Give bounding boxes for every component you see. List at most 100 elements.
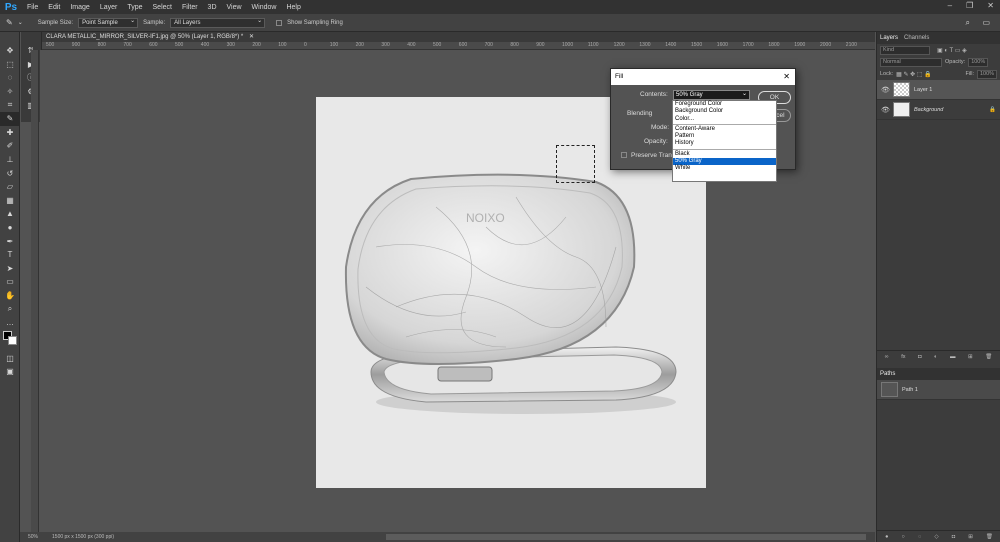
blur-tool-icon[interactable]: ▲ xyxy=(0,207,20,221)
add-mask-icon[interactable]: ◘ xyxy=(918,354,921,360)
fx-icon[interactable]: fx xyxy=(901,354,905,360)
path-select-tool-icon[interactable]: ➤ xyxy=(0,262,20,276)
history-brush-tool-icon[interactable]: ↺ xyxy=(0,166,20,180)
layer-kind-filter[interactable]: Kind xyxy=(880,45,930,55)
new-layer-icon[interactable]: ⊞ xyxy=(968,354,973,360)
move-tool-icon[interactable]: ✥ xyxy=(0,44,20,58)
menu-image[interactable]: Image xyxy=(65,4,94,11)
lasso-tool-icon[interactable]: ◌ xyxy=(0,71,20,85)
ruler-tick-label: 600 xyxy=(149,42,158,48)
lock-icons[interactable]: ▦ ✎ ✥ ⬚ 🔒 xyxy=(896,71,932,78)
zoom-level[interactable]: 50% xyxy=(28,534,38,540)
quick-select-tool-icon[interactable]: ✧ xyxy=(0,85,20,99)
screen-mode-icon[interactable]: ▣ xyxy=(0,365,20,379)
opacity-field[interactable]: 100% xyxy=(968,57,989,67)
marquee-tool-icon[interactable]: ⬚ xyxy=(0,58,20,72)
ruler-tick-label: 300 xyxy=(226,42,235,48)
brush-tool-icon[interactable]: ✐ xyxy=(0,139,20,153)
option-50-gray[interactable]: 50% Gray xyxy=(673,158,776,166)
blend-mode-select[interactable]: Normal xyxy=(880,57,942,67)
layer-name[interactable]: Layer 1 xyxy=(914,87,932,93)
show-ring-checkbox[interactable] xyxy=(276,19,283,26)
close-icon[interactable]: ✕ xyxy=(987,1,994,10)
gradient-tool-icon[interactable]: ▦ xyxy=(0,194,20,208)
make-work-path-icon[interactable]: ◇ xyxy=(934,534,938,540)
option-history[interactable]: History xyxy=(673,140,776,147)
menu-layer[interactable]: Layer xyxy=(95,4,123,11)
eyedropper-tool-icon[interactable]: ✎ xyxy=(0,111,20,126)
dodge-tool-icon[interactable]: ● xyxy=(0,221,20,235)
layers-panel-footer: ∞ fx ◘ ◐ ▬ ⊞ 🗑 xyxy=(877,350,1000,362)
document-tab[interactable]: CLARA METALLIC_MIRROR_SILVER-IF1.jpg @ 5… xyxy=(42,32,875,42)
menu-edit[interactable]: Edit xyxy=(43,4,65,11)
quick-mask-icon[interactable]: ◫ xyxy=(0,351,20,365)
zoom-tool-icon[interactable]: ⌕ xyxy=(0,302,20,316)
adjustment-layer-icon[interactable]: ◐ xyxy=(934,354,937,360)
menu-file[interactable]: File xyxy=(22,4,43,11)
document-dimensions: 1500 px x 1500 px (300 ppi) xyxy=(52,534,115,540)
more-tools-icon[interactable]: … xyxy=(0,316,20,330)
fill-path-icon[interactable]: ● xyxy=(885,534,888,540)
load-selection-icon[interactable]: ◌ xyxy=(918,534,921,540)
eraser-tool-icon[interactable]: ▱ xyxy=(0,180,20,194)
visibility-eye-icon[interactable]: 👁 xyxy=(881,86,890,94)
filter-icons[interactable]: ▣ ◐ T ▭ ◈ xyxy=(937,47,967,54)
sample-select[interactable]: All Layers xyxy=(170,17,266,28)
crop-tool-icon[interactable]: ⌗ xyxy=(0,98,20,112)
ruler-tick-label: 1400 xyxy=(665,42,677,48)
menu-help[interactable]: Help xyxy=(281,4,305,11)
delete-path-icon[interactable]: 🗑 xyxy=(986,534,993,540)
option-color[interactable]: Color... xyxy=(673,116,776,123)
workspace-icon[interactable]: ▭ xyxy=(982,18,990,27)
background-color-swatch[interactable] xyxy=(8,336,17,346)
option-pattern[interactable]: Pattern xyxy=(673,133,776,140)
tools-panel: ✥ ⬚ ◌ ✧ ⌗ ✎ ✚ ✐ ⊥ ↺ ▱ ▦ ▲ ● ✒ T ➤ ▭ ✋ ⌕ … xyxy=(0,32,20,542)
close-tab-icon[interactable]: ✕ xyxy=(249,34,254,40)
path-name[interactable]: Path 1 xyxy=(902,387,918,393)
clone-stamp-tool-icon[interactable]: ⊥ xyxy=(0,153,20,167)
dialog-close-icon[interactable]: ✕ xyxy=(783,69,790,85)
layer-row[interactable]: 👁 Layer 1 xyxy=(877,80,1000,100)
add-mask-icon[interactable]: ◘ xyxy=(952,534,955,540)
tab-channels[interactable]: Channels xyxy=(904,35,929,41)
layer-name[interactable]: Background xyxy=(914,107,943,113)
restore-icon[interactable]: ❐ xyxy=(966,1,973,10)
pen-tool-icon[interactable]: ✒ xyxy=(0,234,20,248)
minimize-icon[interactable]: – xyxy=(948,1,952,10)
shape-tool-icon[interactable]: ▭ xyxy=(0,275,20,289)
menu-3d[interactable]: 3D xyxy=(203,4,222,11)
menu-type[interactable]: Type xyxy=(122,4,147,11)
healing-tool-icon[interactable]: ✚ xyxy=(0,126,20,140)
menu-view[interactable]: View xyxy=(222,4,247,11)
layer-row[interactable]: 👁 Background 🔒 xyxy=(877,100,1000,120)
horizontal-scrollbar[interactable] xyxy=(386,534,866,540)
delete-layer-icon[interactable]: 🗑 xyxy=(985,354,992,360)
option-background-color[interactable]: Background Color xyxy=(673,108,776,115)
stroke-path-icon[interactable]: ○ xyxy=(902,534,905,540)
new-group-icon[interactable]: ▬ xyxy=(950,354,956,360)
dialog-title-bar[interactable]: Fill ✕ xyxy=(611,69,795,85)
menu-filter[interactable]: Filter xyxy=(177,4,203,11)
option-content-aware[interactable]: Content-Aware xyxy=(673,126,776,133)
eyedropper-icon[interactable]: ✎ xyxy=(6,18,13,27)
menu-select[interactable]: Select xyxy=(148,4,177,11)
link-layers-icon[interactable]: ∞ xyxy=(885,354,889,360)
contents-select[interactable]: 50% Gray ⌄ xyxy=(673,90,750,100)
new-path-icon[interactable]: ⊞ xyxy=(968,534,973,540)
tab-paths[interactable]: Paths xyxy=(880,371,895,377)
option-foreground-color[interactable]: Foreground Color xyxy=(673,101,776,108)
sample-size-select[interactable]: Point Sample xyxy=(78,17,139,28)
preserve-transparency-checkbox[interactable] xyxy=(621,152,627,158)
menu-window[interactable]: Window xyxy=(247,4,282,11)
option-black[interactable]: Black xyxy=(673,151,776,158)
tool-preset-chevron-icon[interactable]: ⌄ xyxy=(18,19,23,26)
option-white[interactable]: White xyxy=(673,165,776,172)
visibility-eye-icon[interactable]: 👁 xyxy=(881,106,890,114)
search-icon[interactable]: ⌕ xyxy=(966,18,970,28)
type-tool-icon[interactable]: T xyxy=(0,248,20,262)
tab-layers[interactable]: Layers xyxy=(880,35,898,41)
fill-field[interactable]: 100% xyxy=(977,69,997,79)
path-row[interactable]: Path 1 xyxy=(877,380,1000,400)
ruler-tick-label: 1200 xyxy=(613,42,625,48)
hand-tool-icon[interactable]: ✋ xyxy=(0,289,20,303)
